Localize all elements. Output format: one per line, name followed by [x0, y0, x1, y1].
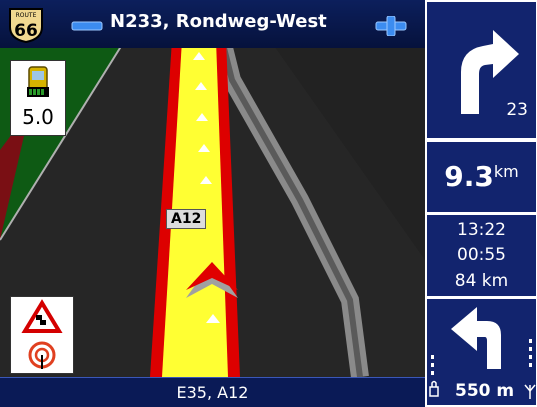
distance-unit: km [493, 162, 519, 181]
distance-panel[interactable]: 9.3km [427, 142, 536, 212]
distance-value: 9.3 [444, 160, 494, 193]
next-turn-distance: 550 m [455, 381, 515, 401]
route-shield-label: ROUTE [16, 12, 37, 19]
turn-road-number: 23 [506, 100, 528, 120]
gps-accuracy-value: 5.0 [22, 105, 54, 129]
navigation-screen: 5.0 A12 ROUTE 66 N233, Rondweg-West E35,… [0, 0, 537, 407]
following-maneuver-panel[interactable]: 550 m [427, 299, 536, 405]
remaining-distance: 84 km [454, 271, 509, 291]
arrival-time: 13:22 [457, 220, 506, 240]
map-view[interactable]: 5.0 A12 [0, 0, 425, 377]
warning-panel[interactable] [10, 296, 74, 374]
gps-accuracy-panel[interactable]: 5.0 [10, 60, 66, 136]
antenna-icon [524, 384, 536, 399]
route-shield-number: 66 [14, 21, 38, 41]
lock-icon [429, 380, 439, 397]
tmc-signal-icon [28, 341, 56, 369]
route-66-shield-icon: ROUTE 66 [9, 8, 43, 43]
current-road-name: E35, A12 [176, 383, 249, 402]
traffic-jam-warning-icon [21, 299, 63, 333]
trip-info-panel[interactable]: 13:22 00:55 84 km [427, 215, 536, 296]
traffic-warning-icons [21, 299, 63, 369]
guidance-panel: 23 9.3km 13:22 00:55 84 km 550 m [425, 0, 537, 407]
zoom-in-button[interactable] [374, 16, 408, 36]
top-bar: ROUTE 66 N233, Rondweg-West [0, 0, 425, 48]
remaining-time: 00:55 [457, 245, 506, 265]
bottom-bar: E35, A12 [0, 377, 425, 407]
current-street-name: N233, Rondweg-West [110, 11, 327, 32]
gps-signal-dots-icon [431, 339, 532, 375]
next-maneuver-panel[interactable]: 23 [427, 2, 536, 138]
distance-readout: 9.3km [427, 160, 536, 193]
zoom-out-button[interactable] [70, 16, 104, 36]
gps-device-icon [27, 66, 49, 97]
road-number-label: A12 [166, 209, 207, 229]
